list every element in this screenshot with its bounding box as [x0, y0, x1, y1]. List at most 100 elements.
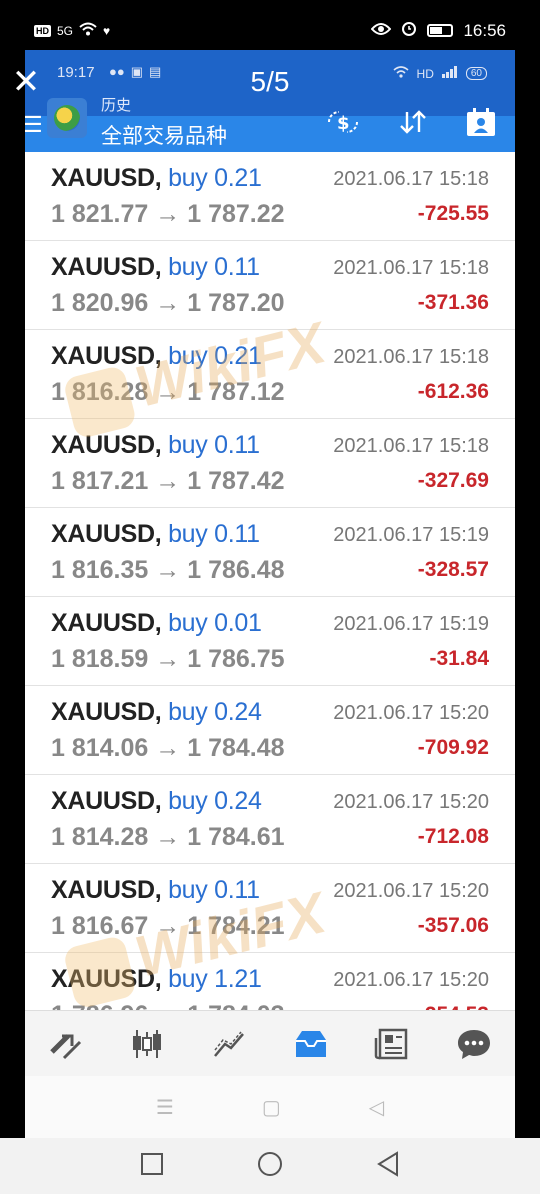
symbol-label: XAUUSD,	[51, 965, 162, 993]
trade-row[interactable]: XAUUSD, buy 0.24 2021.06.17 15:20 1 814.28…	[25, 775, 515, 864]
inner-wifi-icon	[393, 66, 409, 81]
symbol-label: XAUUSD,	[51, 698, 162, 726]
symbol-label: XAUUSD,	[51, 431, 162, 459]
candlestick-icon[interactable]	[127, 1024, 167, 1064]
open-price: 1 816.28	[51, 378, 149, 406]
trade-symbol: XAUUSD, buy 0.24	[51, 698, 262, 727]
trade-prices: 1 818.59 → 1 786.75	[51, 645, 285, 674]
inner-hd: HD	[416, 66, 434, 81]
trade-prices: 1 816.28 → 1 787.12	[51, 378, 285, 407]
trade-row[interactable]: XAUUSD, buy 0.21 2021.06.17 15:18 1 821.77…	[25, 152, 515, 241]
trade-date: 2021.06.17 15:18	[333, 257, 489, 279]
open-price: 1 814.28	[51, 823, 149, 851]
trade-date: 2021.06.17 15:19	[333, 613, 489, 635]
trade-symbol: XAUUSD, buy 0.24	[51, 787, 262, 816]
symbol-label: XAUUSD,	[51, 342, 162, 370]
open-price: 1 818.59	[51, 645, 149, 673]
chat-icon[interactable]	[454, 1024, 494, 1064]
battery-icon	[427, 24, 454, 37]
open-price: 1 820.96	[51, 289, 149, 317]
home-icon[interactable]: ▢	[262, 1095, 281, 1120]
open-price: 1 816.67	[51, 912, 149, 940]
trade-row[interactable]: XAUUSD, buy 0.11 2021.06.17 15:18 1 820.96…	[25, 241, 515, 330]
back-icon[interactable]: ◁	[369, 1095, 384, 1120]
trade-symbol: XAUUSD, buy 1.21	[51, 965, 262, 994]
trade-row[interactable]: XAUUSD, buy 0.21 2021.06.17 15:18 1 816.28…	[25, 330, 515, 419]
currency-exchange-icon[interactable]: $	[325, 108, 361, 145]
close-price: 1 786.75	[187, 645, 285, 673]
notification-icon: ▤	[149, 64, 162, 79]
chart-icon[interactable]	[209, 1024, 249, 1064]
trade-prices: 1 820.96 → 1 787.20	[51, 289, 285, 318]
trade-type: buy 0.11	[168, 520, 260, 548]
trade-type: buy 0.24	[168, 787, 262, 815]
close-price: 1 787.42	[187, 467, 285, 495]
symbol-label: XAUUSD,	[51, 876, 162, 904]
arrow-right-icon: →	[148, 645, 188, 673]
svg-text:$: $	[337, 113, 350, 134]
trade-prices: 1 816.67 → 1 784.21	[51, 912, 285, 941]
trade-row[interactable]: XAUUSD, buy 0.11 2021.06.17 15:20 1 816.67…	[25, 864, 515, 953]
trade-prices: 1 821.77 → 1 787.22	[51, 200, 285, 229]
arrow-right-icon: →	[148, 378, 188, 406]
close-price: 1 784.21	[187, 912, 285, 940]
eye-icon	[371, 21, 392, 41]
toolbar-title[interactable]: 全部交易品种	[101, 120, 227, 150]
trade-symbol: XAUUSD, buy 0.11	[51, 876, 260, 905]
trade-type: buy 0.11	[168, 253, 260, 281]
symbol-label: XAUUSD,	[51, 609, 162, 637]
trade-history-list: XAUUSD, buy 0.21 2021.06.17 15:18 1 821.77…	[25, 152, 515, 1042]
trade-type: buy 0.11	[168, 876, 260, 904]
trade-row[interactable]: XAUUSD, buy 0.01 2021.06.17 15:19 1 818.59…	[25, 597, 515, 686]
bottom-nav	[25, 1010, 515, 1076]
trade-row[interactable]: XAUUSD, buy 0.11 2021.06.17 15:19 1 816.35…	[25, 508, 515, 597]
trade-symbol: XAUUSD, buy 0.11	[51, 253, 260, 282]
trade-type: buy 0.21	[168, 342, 262, 370]
open-price: 1 821.77	[51, 200, 149, 228]
close-price: 1 784.61	[187, 823, 285, 851]
inner-system-nav: ☰ ▢ ◁	[25, 1076, 515, 1138]
alarm-icon	[401, 20, 417, 41]
trade-date: 2021.06.17 15:18	[333, 435, 489, 457]
news-icon[interactable]	[372, 1024, 412, 1064]
arrow-right-icon: →	[148, 556, 188, 584]
menu-icon[interactable]: ☰	[156, 1095, 174, 1120]
trade-row[interactable]: XAUUSD, buy 0.11 2021.06.17 15:18 1 817.21…	[25, 419, 515, 508]
open-price: 1 814.06	[51, 734, 149, 762]
arrow-right-icon: →	[148, 823, 188, 851]
close-price: 1 787.20	[187, 289, 285, 317]
trade-profit: -357.06	[417, 914, 489, 937]
sort-icon[interactable]	[397, 108, 429, 145]
trade-prices: 1 814.28 → 1 784.61	[51, 823, 285, 852]
inner-status-left: ●● ▣ ▤	[109, 64, 161, 80]
close-icon[interactable]: ✕	[10, 65, 42, 99]
trade-type: buy 0.21	[168, 164, 262, 192]
status-time: 16:56	[463, 20, 506, 40]
history-inbox-icon[interactable]	[291, 1024, 331, 1064]
system-nav-bar	[0, 1138, 540, 1194]
calendar-user-icon[interactable]	[465, 108, 497, 145]
image-pager: 5/5	[250, 66, 290, 97]
home-icon[interactable]	[256, 1150, 284, 1183]
inner-signal-icon	[441, 66, 458, 81]
wechat-icon: ●●	[109, 64, 125, 79]
trade-type: buy 1.21	[168, 965, 262, 993]
arrow-right-icon: →	[148, 734, 188, 762]
trade-prices: 1 817.21 → 1 787.42	[51, 467, 285, 496]
screenshot-frame: 19:17 ●● ▣ ▤ HD 60 ☰ 历史 全部交易品种 $ XAUUSD,…	[25, 50, 515, 1138]
back-icon[interactable]	[376, 1150, 400, 1182]
trade-icon[interactable]	[46, 1024, 86, 1064]
symbol-label: XAUUSD,	[51, 164, 162, 192]
status-left: HD 5G ♥	[34, 22, 110, 39]
trade-date: 2021.06.17 15:20	[333, 880, 489, 902]
hd-badge: HD	[34, 24, 51, 37]
recents-icon[interactable]	[140, 1152, 164, 1181]
close-price: 1 787.22	[187, 200, 285, 228]
trade-row[interactable]: XAUUSD, buy 0.24 2021.06.17 15:20 1 814.06…	[25, 686, 515, 775]
menu-icon[interactable]: ☰	[25, 112, 43, 138]
trade-profit: -725.55	[417, 202, 489, 225]
trade-type: buy 0.01	[168, 609, 262, 637]
trade-symbol: XAUUSD, buy 0.01	[51, 609, 262, 638]
trade-profit: -612.36	[417, 380, 489, 403]
status-right: 16:56	[371, 20, 506, 41]
